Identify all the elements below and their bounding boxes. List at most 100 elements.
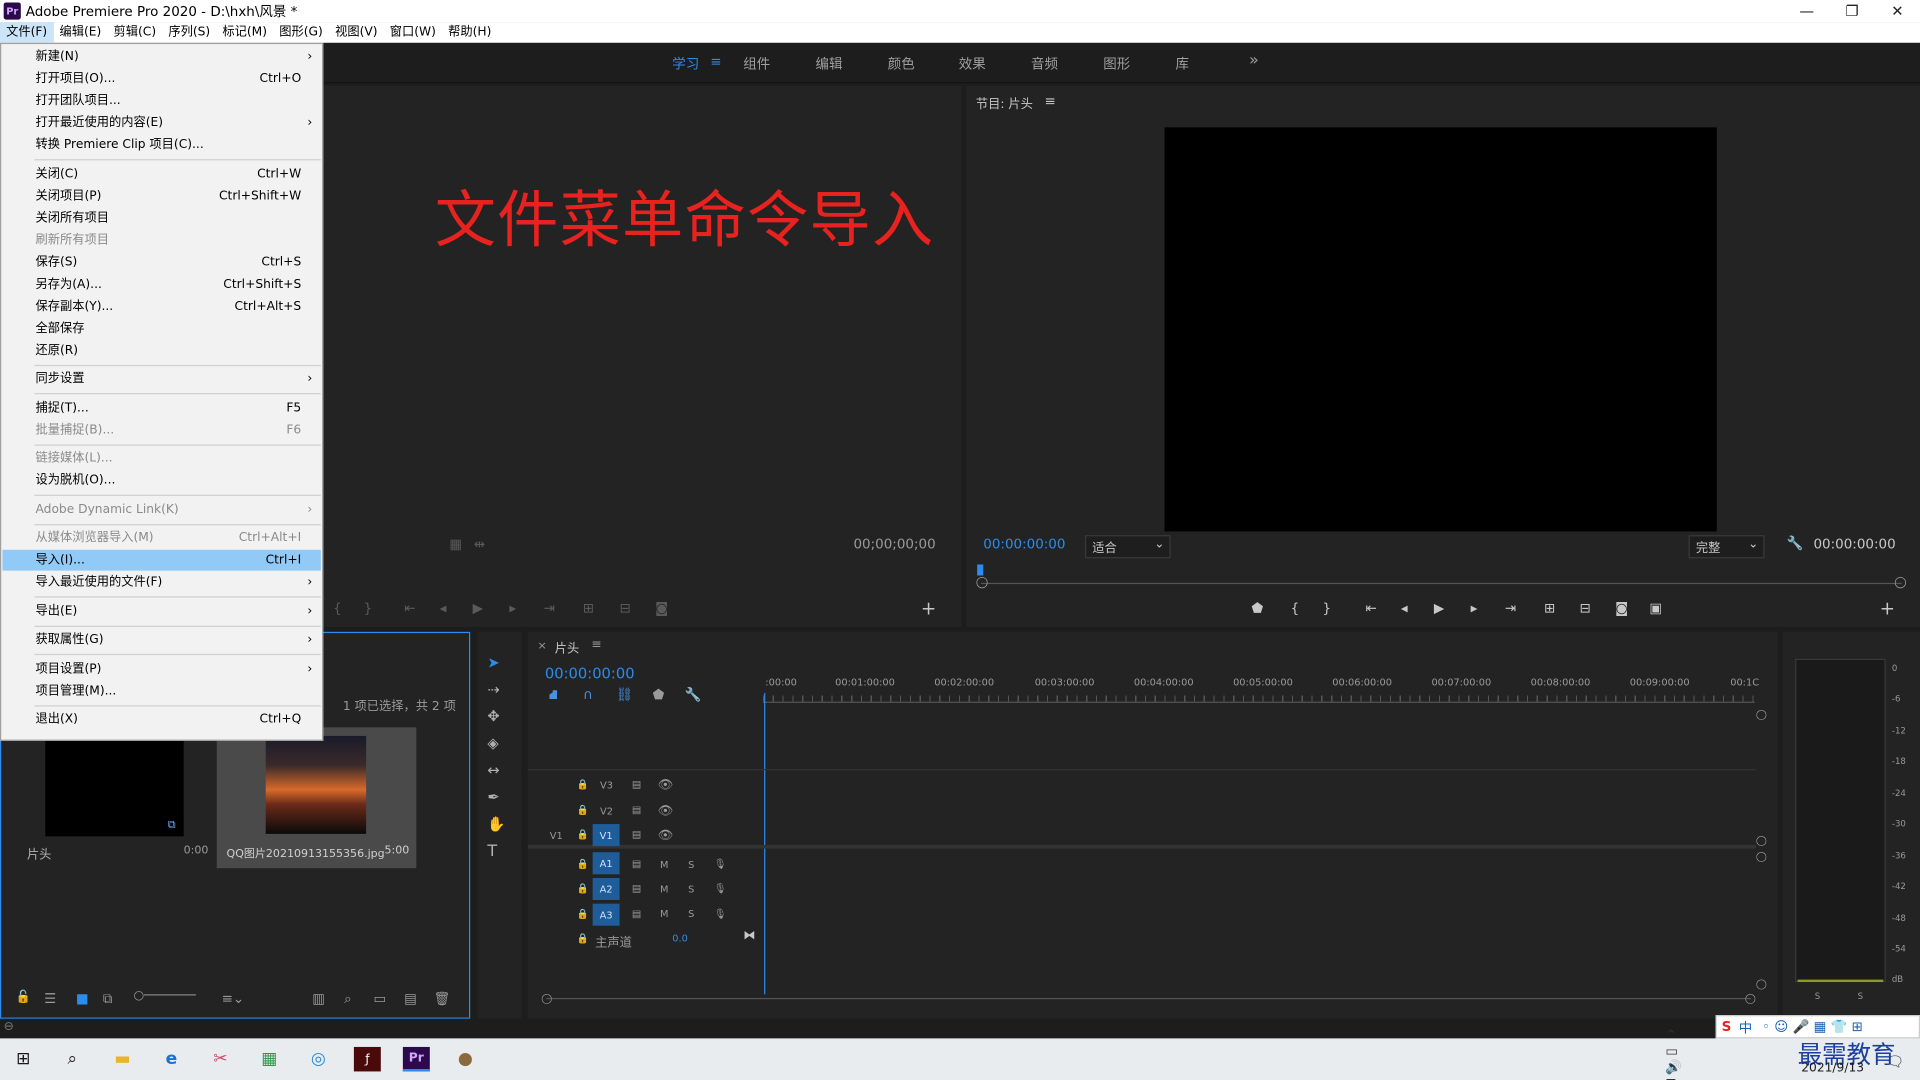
sync-lock-icon[interactable]: ▤ — [632, 909, 641, 920]
program-menu-icon[interactable]: ≡ — [1044, 93, 1055, 109]
program-scrub-bar[interactable] — [980, 582, 1902, 585]
vscroll-handle[interactable]: ◯ — [1756, 851, 1767, 862]
workspace-tab-graphics[interactable]: 图形 — [1103, 54, 1130, 74]
nest-icon[interactable]: ⛘ — [549, 687, 558, 705]
track-lock-icon[interactable]: 🔒 — [577, 858, 589, 869]
search-icon[interactable]: ⌕ — [59, 1047, 86, 1071]
avatar-app-icon[interactable]: ● — [452, 1047, 479, 1071]
file-menu-item[interactable]: 链接媒体(L)... — [2, 448, 320, 469]
sequence-menu-icon[interactable]: ≡ — [591, 638, 601, 651]
mark-in-icon[interactable]: { — [1291, 600, 1300, 616]
eye-icon[interactable]: 👁 — [658, 804, 674, 817]
minimize-button[interactable]: — — [1784, 0, 1829, 22]
selection-tool-icon[interactable]: ➤ — [487, 654, 499, 671]
source-mark-in-icon[interactable]: { — [333, 600, 342, 616]
master-end-icon[interactable]: ⧓ — [743, 929, 755, 942]
playhead-marker[interactable] — [977, 564, 984, 576]
notification-icon[interactable]: 🗨 — [1886, 1053, 1905, 1070]
menu-clip[interactable]: 剪辑(C) — [107, 22, 162, 43]
quality-select[interactable]: 完整 ⌄ — [1688, 535, 1765, 559]
eye-icon[interactable]: 👁 — [658, 779, 674, 792]
go-to-out-icon[interactable]: ⇥ — [1505, 600, 1516, 616]
menu-graphics[interactable]: 图形(G) — [273, 22, 329, 43]
hscroll-start-handle[interactable]: ◯ — [541, 993, 552, 1004]
new-bin-icon[interactable]: ▭ — [373, 991, 386, 1007]
track-lock-icon[interactable]: 🔒 — [577, 933, 589, 944]
track-select-tool-icon[interactable]: ⇢ — [487, 681, 499, 698]
timeline-hscroll[interactable] — [546, 997, 1752, 1000]
trash-icon[interactable]: 🗑 — [433, 991, 450, 1007]
flash-icon[interactable]: ƒ — [353, 1046, 381, 1072]
source-drag-icon[interactable]: ⇹ — [474, 536, 485, 552]
sync-lock-icon[interactable]: ▤ — [632, 779, 641, 790]
track-lock-icon[interactable]: 🔒 — [577, 779, 589, 790]
source-insert-icon[interactable]: ⊞ — [583, 600, 594, 616]
sync-lock-icon[interactable]: ▤ — [632, 883, 641, 894]
source-go-out-icon[interactable]: ⇥ — [544, 600, 555, 616]
file-menu-item[interactable]: 获取属性(G) › — [2, 629, 320, 650]
file-menu-item[interactable]: 项目管理(M)... — [2, 680, 320, 701]
meter-solo-left[interactable]: S — [1815, 992, 1820, 1002]
source-go-in-icon[interactable]: ⇤ — [404, 600, 415, 616]
eye-icon[interactable]: 👁 — [658, 829, 674, 842]
source-play-icon[interactable]: ▶ — [473, 600, 483, 616]
source-mark-out-icon[interactable]: } — [364, 600, 373, 616]
voiceover-mic-icon[interactable]: 🎙 — [714, 883, 726, 894]
file-menu-item[interactable]: 转换 Premiere Clip 项目(C)... — [2, 135, 320, 156]
export-frame-icon[interactable]: ◙ — [1615, 600, 1628, 616]
ime-mode[interactable]: 中 — [1739, 1017, 1752, 1037]
close-button[interactable]: ✕ — [1875, 0, 1920, 22]
file-menu-item[interactable]: 导入最近使用的文件(F) › — [2, 572, 320, 593]
voiceover-mic-icon[interactable]: 🎙 — [714, 909, 726, 920]
hand-tool-icon[interactable]: ✋ — [487, 816, 505, 833]
marker-icon[interactable]: ⬟ — [1251, 600, 1263, 616]
solo-button[interactable]: S — [688, 860, 694, 871]
linked-selection-icon[interactable]: ⛓ — [616, 687, 633, 703]
track-lock-icon[interactable]: 🔒 — [577, 883, 589, 894]
workspace-tab-audio[interactable]: 音频 — [1031, 54, 1058, 74]
workspace-tab-effects[interactable]: 效果 — [959, 54, 986, 74]
file-menu-item[interactable]: Adobe Dynamic Link(K) › — [2, 499, 320, 520]
file-menu-item[interactable]: 导入(I)... Ctrl+I — [2, 549, 321, 571]
scrub-start-handle[interactable]: ◯ — [976, 577, 988, 589]
file-menu-item[interactable]: 关闭项目(P) Ctrl+Shift+W — [2, 186, 320, 207]
extract-icon[interactable]: ⊟ — [1580, 600, 1591, 616]
file-menu-item[interactable]: 还原(R) — [2, 340, 320, 361]
file-menu-item[interactable]: 保存(S) Ctrl+S — [2, 252, 320, 273]
file-menu-item[interactable]: 新建(N) › — [2, 47, 320, 68]
menu-view[interactable]: 视图(V) — [329, 22, 384, 43]
track-lock-icon[interactable]: 🔒 — [577, 909, 589, 920]
track-lock-icon[interactable]: 🔒 — [577, 829, 589, 840]
workspace-tab-editing[interactable]: 编辑 — [816, 54, 843, 74]
vscroll-handle[interactable]: ◯ — [1756, 709, 1767, 720]
solo-button[interactable]: S — [688, 909, 694, 920]
track-target-a1[interactable]: A1 — [592, 852, 620, 875]
sequence-tab[interactable]: 片头 — [555, 638, 579, 656]
voiceover-mic-icon[interactable]: 🎙 — [714, 858, 726, 869]
file-menu-item[interactable]: 打开团队项目... — [2, 91, 320, 112]
track-target-v1[interactable]: V1 — [592, 824, 620, 847]
mute-button[interactable]: M — [660, 860, 668, 871]
browser-icon[interactable]: ◎ — [305, 1047, 332, 1071]
playhead-line[interactable] — [764, 693, 766, 995]
sync-lock-icon[interactable]: ▤ — [632, 804, 641, 815]
file-menu-item[interactable]: 从媒体浏览器导入(M) Ctrl+Alt+I — [2, 528, 320, 549]
close-sequence-icon[interactable]: × — [538, 640, 547, 652]
sort-icon[interactable]: ≡⌄ — [222, 991, 245, 1007]
premiere-taskbar-icon[interactable]: Pr — [402, 1046, 430, 1072]
edge-icon[interactable]: e — [158, 1047, 185, 1071]
program-monitor-title[interactable]: 节目: 片头 — [976, 93, 1033, 111]
wrench-icon[interactable]: 🔧 — [1787, 535, 1804, 551]
workspace-tab-learn[interactable]: 学习 — [672, 54, 699, 74]
menu-edit[interactable]: 编辑(E) — [53, 22, 107, 43]
track-target-a3[interactable]: A3 — [592, 903, 620, 926]
menu-window[interactable]: 窗口(W) — [384, 22, 442, 43]
source-step-fwd-icon[interactable]: ▸ — [509, 600, 516, 616]
project-item-sequence[interactable]: ⧉ 片头 0:00 — [17, 731, 214, 866]
vscroll-handle[interactable]: ◯ — [1756, 978, 1767, 989]
file-menu-item[interactable]: 退出(X) Ctrl+Q — [2, 709, 320, 730]
pen-tool-icon[interactable]: ✒ — [487, 789, 499, 806]
lock-icon[interactable]: 🔓 — [16, 991, 31, 1004]
file-menu-item[interactable]: 另存为(A)... Ctrl+Shift+S — [2, 274, 320, 295]
list-view-icon[interactable]: ☰ — [44, 991, 56, 1007]
